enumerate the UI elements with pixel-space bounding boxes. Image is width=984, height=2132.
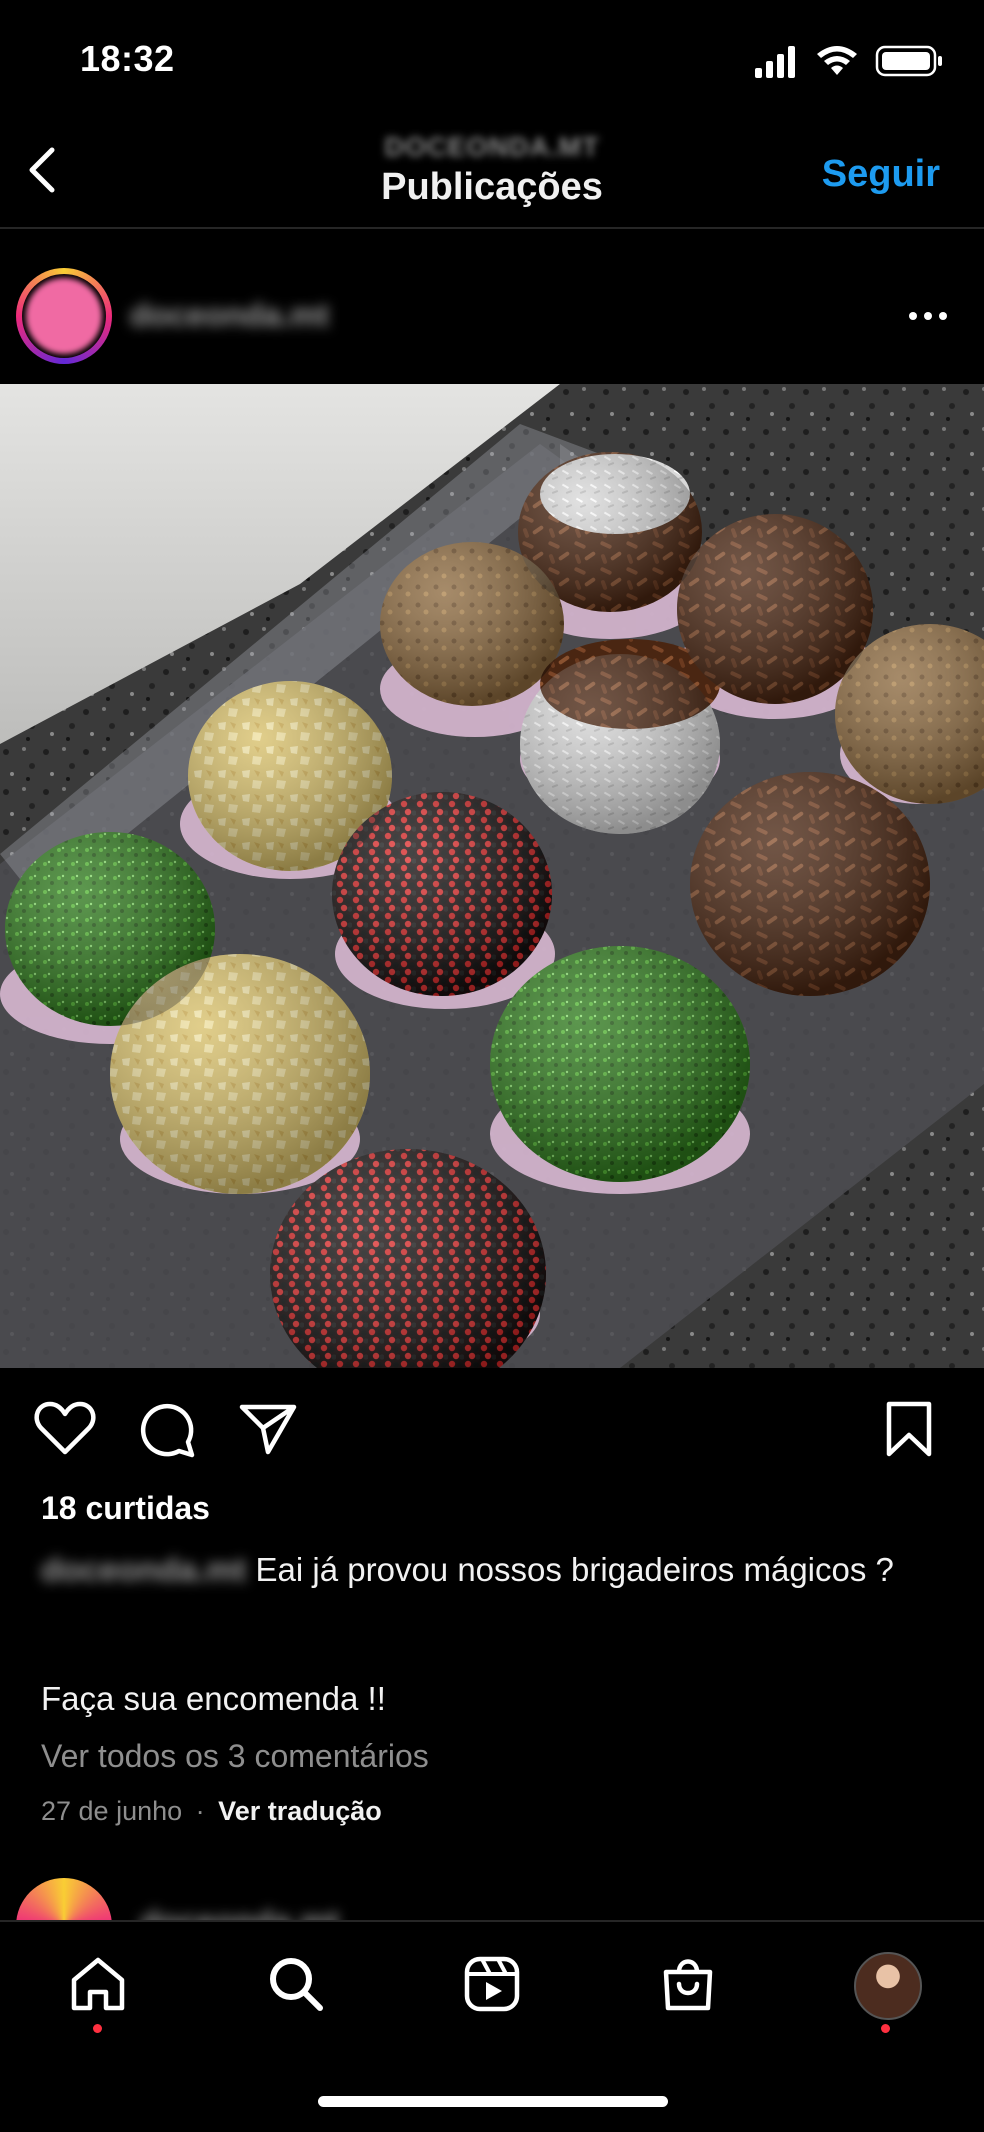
post-meta: 27 de junho · Ver tradução: [41, 1796, 382, 1827]
avatar-photo: [26, 278, 102, 354]
post-photo[interactable]: [0, 384, 984, 1368]
post-avatar[interactable]: [16, 268, 112, 364]
status-icons: [755, 45, 942, 78]
follow-button[interactable]: Seguir: [822, 153, 940, 196]
share-icon[interactable]: [238, 1402, 298, 1456]
caption-text: Eai já provou nossos brigadeiros mágicos…: [255, 1551, 894, 1588]
more-options-icon[interactable]: [905, 296, 951, 336]
comment-icon[interactable]: [138, 1400, 196, 1458]
home-icon[interactable]: [68, 1954, 128, 2014]
signal-icon: [755, 46, 795, 78]
header-divider: [0, 227, 984, 229]
see-translation-link[interactable]: Ver tradução: [218, 1796, 382, 1826]
battery-icon: [875, 45, 942, 77]
search-icon[interactable]: [266, 1954, 326, 2014]
post-caption: doceonda.mt Eai já provou nossos brigade…: [41, 1548, 921, 1592]
likes-count[interactable]: 18 curtidas: [41, 1490, 210, 1527]
view-all-comments-link[interactable]: Ver todos os 3 comentários: [41, 1738, 429, 1775]
post-username[interactable]: doceonda.mt: [130, 297, 329, 334]
bookmark-icon[interactable]: [884, 1400, 934, 1458]
heart-icon[interactable]: [34, 1400, 96, 1456]
profile-avatar[interactable]: [854, 1952, 922, 2020]
status-time: 18:32: [80, 38, 175, 79]
home-indicator[interactable]: [318, 2096, 668, 2107]
caption-username[interactable]: doceonda.mt: [41, 1551, 246, 1588]
meta-separator: ·: [195, 1796, 205, 1826]
reels-icon[interactable]: [462, 1954, 522, 2014]
profile-notification-dot: [881, 2024, 890, 2033]
shop-icon[interactable]: [658, 1954, 718, 2014]
wifi-icon: [817, 46, 857, 75]
home-notification-dot: [93, 2024, 102, 2033]
post-date: 27 de junho: [41, 1796, 183, 1826]
caption-line-2: Faça sua encomenda !!: [41, 1680, 386, 1717]
